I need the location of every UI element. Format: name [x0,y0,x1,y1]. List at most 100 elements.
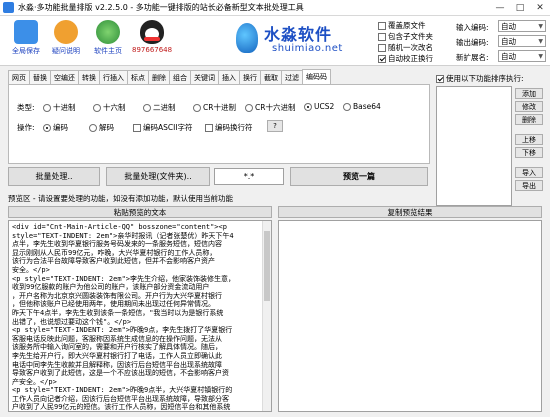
checkbox-box[interactable] [133,123,141,132]
preview-one-button[interactable]: 预览一篇 [290,167,428,186]
homepage-button[interactable]: 软件主页 [90,20,126,56]
source-text-area[interactable]: <div id="Cnt-Main-Article-QQ" bosszone="… [8,220,272,412]
batch-folder-button[interactable]: 批量处理(文件夹).. [106,167,210,186]
type-binary-label: 二进制 [153,103,176,112]
tab-delete[interactable]: 删除 [148,70,170,84]
checkbox-box[interactable] [378,43,386,52]
tab-convert[interactable]: 转换 [78,70,100,84]
radio-dot[interactable] [43,103,51,112]
source-scrollbar[interactable] [262,221,271,411]
tab-webpage[interactable]: 网页 [8,70,30,84]
overwrite-original-checkbox[interactable]: 覆盖原文件 [378,20,426,31]
tab-insert[interactable]: 插入 [218,70,240,84]
type-binary-radio[interactable]: 二进制 [143,102,176,113]
paste-preview-button[interactable]: 粘贴预览的文本 [8,206,272,218]
source-line: 李先生给开户行，即大兴华夏村银行打了电话，工作人员立即确认此 [12,351,222,360]
tab-linebreak[interactable]: 换行 [239,70,261,84]
op-decode-radio[interactable]: 解码 [89,122,114,133]
maximize-button[interactable]: □ [510,0,530,16]
tab-truncate[interactable]: 截取 [260,70,282,84]
radio-dot[interactable] [193,103,201,112]
type-cr-decimal-radio[interactable]: CR十进制 [193,102,236,113]
tab-combine[interactable]: 组合 [169,70,191,84]
tab-filter[interactable]: 过滤 [281,70,303,84]
op-encode-radio[interactable]: 编码 [43,122,68,133]
radio-dot[interactable] [245,103,253,112]
type-ucs2-label: UCS2 [314,102,335,111]
type-hex-label: 十六制 [103,103,126,112]
type-decimal-label: 十进制 [53,103,76,112]
type-base64-radio[interactable]: Base64 [343,102,381,111]
type-label: 类型: [17,103,35,112]
encoding-panel: 类型: 十进制 十六制 二进制 CR十进制 CR十六进制 UCS2 Base64… [8,84,430,164]
radio-dot[interactable] [93,103,101,112]
encode-ascii-checkbox[interactable]: 编码ASCII字符 [133,122,193,133]
export-button[interactable]: 导出 [515,180,543,191]
tab-encoding[interactable]: 编码码 [302,69,331,84]
minimize-button[interactable]: — [490,0,510,16]
checkbox-box[interactable] [436,74,444,83]
auto-fix-linebreak-checkbox[interactable]: 自动校正换行 [378,53,433,64]
source-line: style="TEXT-INDENT: 2em">亲华时报讯（记者张楚优）昨天下… [12,231,234,240]
sequence-list[interactable] [436,86,512,206]
checkbox-box[interactable] [378,21,386,30]
checkbox-box[interactable] [378,32,386,41]
add-button[interactable]: 添加 [515,88,543,99]
delete-button[interactable]: 删除 [515,114,543,125]
random-rename-checkbox[interactable]: 随机一次改名 [378,42,433,53]
batch-process-button[interactable]: 批量处理.. [8,167,100,186]
scroll-thumb[interactable] [264,231,270,301]
extension-filter-input[interactable]: *.* [214,168,284,185]
modify-button[interactable]: 修改 [515,101,543,112]
source-line: 导致客户收到了此短信，这是一个不应该出现的短信，不会影响客户资 [12,369,229,378]
move-up-button[interactable]: 上移 [515,134,543,145]
chevron-down-icon: ▼ [538,22,543,30]
tab-punctuation[interactable]: 标点 [127,70,149,84]
global-save-button[interactable]: 全局保存 [8,20,44,56]
source-line: <p style="TEXT-INDENT: 2em">昨晚9点，李先生拨打了华… [12,326,233,335]
op-decode-label: 解码 [99,123,114,132]
source-line: 该行为合法平台故障导致客户收到此短信，但并不会影响客户资产 [12,257,215,266]
use-sequence-label: 使用以下功能排序执行: [446,74,524,83]
radio-dot[interactable] [143,103,151,112]
source-line: <div id="Cnt-Main-Article-QQ" bosszone="… [12,223,227,231]
move-down-button[interactable]: 下移 [515,147,543,158]
use-sequence-checkbox[interactable]: 使用以下功能排序执行: [436,73,524,84]
help-button[interactable]: 疑问说明 [48,20,84,56]
output-encoding-select[interactable]: 自动 ▼ [498,35,546,47]
result-text-area[interactable] [278,220,542,412]
result-text [279,221,541,225]
home-icon [96,20,120,44]
include-subfolder-checkbox[interactable]: 包含子文件夹 [378,31,433,42]
radio-dot[interactable] [43,123,51,132]
source-line: 出错了，也说想过要动这个钱"。</p> [12,317,132,326]
save-icon [14,20,38,44]
tab-replace[interactable]: 替换 [29,70,51,84]
checkbox-box[interactable] [205,123,213,132]
new-extension-select[interactable]: 自动 ▼ [498,50,546,62]
encode-newline-checkbox[interactable]: 编码换行符 [205,122,253,133]
close-button[interactable]: ✕ [530,0,550,16]
type-ucs2-radio[interactable]: UCS2 [304,102,334,111]
qq-button[interactable]: 897667648 [132,20,172,54]
tab-blank[interactable]: 空编还 [50,70,79,84]
radio-dot[interactable] [89,123,97,132]
type-decimal-radio[interactable]: 十进制 [43,102,76,113]
op-encode-label: 编码 [53,123,68,132]
type-base64-label: Base64 [353,102,381,111]
checkbox-box[interactable] [378,54,386,63]
title-bar: 水淼·多功能批量排版 v2.2.5.0 - 多功能一键排版的站长必备新型文本批处… [0,0,550,16]
encoding-help-button[interactable]: ? [267,120,283,132]
type-hex-radio[interactable]: 十六制 [93,102,126,113]
function-tabs: 网页 替换 空编还 转换 行插入 标点 删除 组合 关键词 插入 换行 截取 过… [8,69,331,84]
radio-dot[interactable] [343,102,351,111]
radio-dot[interactable] [304,102,312,111]
input-encoding-select[interactable]: 自动 ▼ [498,20,546,32]
input-encoding-value: 自动 [501,21,516,31]
type-cr-hex-radio[interactable]: CR十六进制 [245,102,295,113]
tab-keyword[interactable]: 关键词 [190,70,219,84]
tab-line-insert[interactable]: 行插入 [99,70,128,84]
import-button[interactable]: 导入 [515,167,543,178]
random-rename-label: 随机一次改名 [388,43,433,52]
copy-result-button[interactable]: 复制预览结果 [278,206,542,218]
